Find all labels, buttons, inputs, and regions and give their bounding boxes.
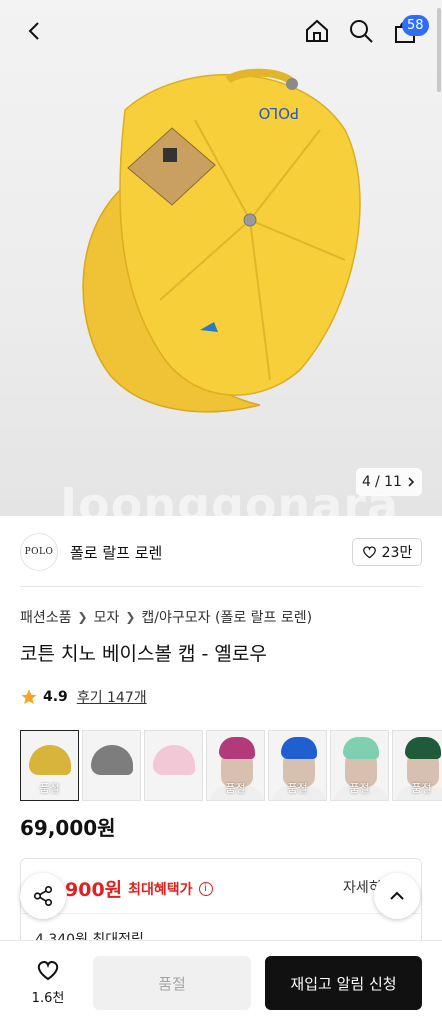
product-image: POLO <box>82 68 361 413</box>
product-image-gallery[interactable]: POLO Joonggonara 58 4 / 11 <box>0 0 442 516</box>
divider <box>21 913 421 914</box>
wishlist-button[interactable]: 1.6천 <box>20 959 76 1011</box>
benefit-price-row: 900원 최대혜택가 i <box>65 875 213 902</box>
soldout-label: 품절 <box>349 782 370 795</box>
variant-thumbnail[interactable] <box>82 730 141 801</box>
cap-swatch <box>343 737 379 759</box>
back-button[interactable] <box>18 14 52 48</box>
variant-thumbnail[interactable]: 품절 <box>268 730 327 801</box>
info-icon[interactable]: i <box>198 881 213 896</box>
chevron-up-icon <box>390 891 404 900</box>
brand-name[interactable]: 폴로 랄프 로렌 <box>70 542 162 563</box>
chevron-right-icon: ❯ <box>77 610 88 624</box>
cap-swatch <box>405 737 441 759</box>
share-icon <box>33 886 53 906</box>
share-button[interactable] <box>20 873 66 919</box>
home-icon <box>306 19 328 42</box>
search-button[interactable] <box>344 14 378 48</box>
home-button[interactable] <box>300 14 334 48</box>
cap-swatch <box>153 745 195 775</box>
restock-alert-button[interactable]: 재입고 알림 신청 <box>265 956 422 1010</box>
variant-thumbnail[interactable]: 품절 <box>20 730 79 801</box>
cap-swatch <box>29 745 71 775</box>
back-icon <box>28 22 39 40</box>
star-icon <box>21 689 37 705</box>
heart-icon <box>362 546 376 559</box>
breadcrumb-item[interactable]: 모자 <box>94 607 120 627</box>
cart-count-badge: 58 <box>402 15 429 36</box>
image-pager: 4 / 11 <box>356 468 422 496</box>
brand-row: POLO 폴로 랄프 로렌 23만 <box>20 532 422 572</box>
product-price: 69,000원 <box>20 816 116 840</box>
chevron-right-icon: ❯ <box>125 610 136 624</box>
cap-swatch <box>91 745 133 775</box>
variant-thumbnail[interactable]: 품절 <box>392 730 442 801</box>
variant-thumbnail[interactable] <box>144 730 203 801</box>
reviews-link[interactable]: 후기 147개 <box>77 687 147 707</box>
soldout-label: 품절 <box>411 782 432 795</box>
benefit-label: 최대혜택가 <box>128 881 193 898</box>
cap-swatch <box>219 737 255 759</box>
heart-icon <box>37 960 59 981</box>
soldout-label: 품절 <box>39 782 60 795</box>
search-icon <box>350 20 373 43</box>
variant-thumbnail[interactable]: 품절 <box>330 730 389 801</box>
soldout-button[interactable]: 품절 <box>93 956 251 1010</box>
breadcrumb-item[interactable]: 패션소품 <box>20 607 72 627</box>
breadcrumb: 패션소품 ❯ 모자 ❯ 캡/야구모자 (폴로 랄프 로렌) <box>20 607 312 627</box>
variant-thumbnails: 품절 품절 품절 품절 품절 <box>20 730 442 802</box>
wishlist-count: 1.6천 <box>31 991 65 1006</box>
soldout-label: 품절 <box>225 782 246 795</box>
scrollbar[interactable] <box>437 8 441 92</box>
brand-like-count: 23만 <box>381 545 413 561</box>
breadcrumb-item[interactable]: 캡/야구모자 (폴로 랄프 로렌) <box>141 607 312 627</box>
svg-text:POLO: POLO <box>259 104 299 122</box>
soldout-label: 품절 <box>287 782 308 795</box>
brand-logo[interactable]: POLO <box>20 533 58 571</box>
pager-total: / 11 <box>374 474 402 490</box>
brand-logo-text: POLO <box>24 547 54 557</box>
rating-row: 4.9 후기 147개 <box>20 687 147 707</box>
bottom-action-bar: 1.6천 품절 재입고 알림 신청 <box>0 940 442 1024</box>
chevron-right-icon <box>408 477 415 487</box>
pager-current: 4 <box>362 474 371 490</box>
variant-thumbnail[interactable]: 품절 <box>206 730 265 801</box>
benefit-price: 900원 <box>65 879 123 901</box>
watermark: Joonggonara <box>60 478 400 516</box>
cap-logo-text: POLO <box>259 104 299 122</box>
scroll-top-button[interactable] <box>374 873 420 919</box>
rating-score: 4.9 <box>43 689 68 705</box>
divider <box>20 586 422 587</box>
cap-swatch <box>281 737 317 759</box>
brand-like-button[interactable]: 23만 <box>352 538 422 566</box>
product-title: 코튼 치노 베이스볼 캡 - 옐로우 <box>20 643 267 665</box>
